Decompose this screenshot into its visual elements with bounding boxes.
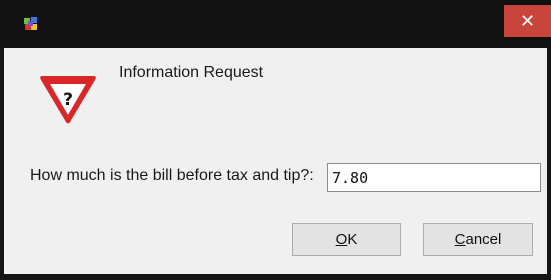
cancel-label-rest: ancel xyxy=(465,231,502,248)
dialog-window: ✕ ? Information Request How much is the … xyxy=(0,0,551,280)
title-bar[interactable]: ✕ xyxy=(0,0,551,48)
ok-label-rest: K xyxy=(347,231,358,248)
cancel-mnemonic: C xyxy=(454,231,466,248)
ok-button[interactable]: OK xyxy=(292,223,401,256)
app-icon xyxy=(22,15,39,32)
close-icon: ✕ xyxy=(519,10,536,32)
cancel-button[interactable]: Cancel xyxy=(423,223,533,256)
svg-text:?: ? xyxy=(63,90,73,110)
dialog-heading: Information Request xyxy=(119,64,264,81)
bill-prompt-label: How much is the bill before tax and tip?… xyxy=(30,167,314,184)
question-warning-icon: ? xyxy=(38,72,98,126)
close-button[interactable]: ✕ xyxy=(504,5,551,37)
bill-amount-input[interactable] xyxy=(327,163,541,192)
ok-mnemonic: O xyxy=(335,231,348,248)
